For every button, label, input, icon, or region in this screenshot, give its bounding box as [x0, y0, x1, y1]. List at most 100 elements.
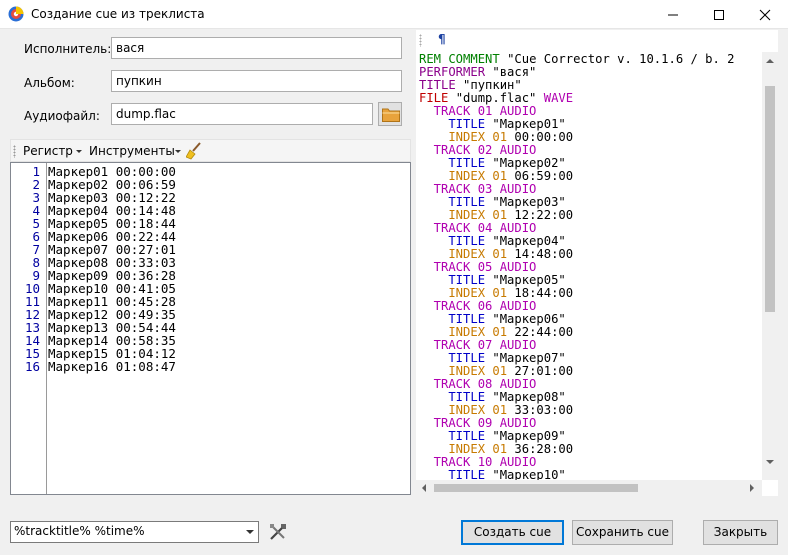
chevron-down-icon [246, 530, 254, 534]
maximize-button[interactable] [696, 0, 742, 29]
audiofile-field[interactable]: dump.flac [111, 103, 373, 125]
cue-token: TRACK 02 AUDIO [419, 143, 537, 157]
cue-token: TITLE [419, 273, 493, 287]
scroll-right-icon[interactable] [750, 484, 754, 492]
album-label: Альбом: [24, 76, 75, 90]
cue-token: TITLE [419, 351, 493, 365]
cue-token: TITLE [419, 156, 493, 170]
minimize-button[interactable] [650, 0, 696, 29]
cue-token: TRACK 01 AUDIO [419, 104, 537, 118]
cue-token: TRACK 08 AUDIO [419, 377, 537, 391]
cue-token: TRACK 04 AUDIO [419, 221, 537, 235]
cue-token: 22:44:00 [514, 325, 574, 339]
folder-icon [382, 108, 400, 122]
minimize-icon [668, 14, 678, 16]
cue-token: "Маркер06" [492, 312, 566, 326]
chevron-down-icon [175, 150, 181, 153]
line-number: 16 [24, 359, 40, 374]
cue-token: "Маркер03" [492, 195, 566, 209]
album-field[interactable]: пупкин [111, 70, 402, 92]
tracklist-editor[interactable]: 1 2 3 4 5 6 7 8 9 10 11 12 13 14 15 16 Маркер01 00:00:0… [10, 162, 411, 495]
vertical-scroll-thumb[interactable] [765, 86, 775, 312]
cue-token: 27:01:00 [514, 364, 574, 378]
cue-token: TRACK 03 AUDIO [419, 182, 537, 196]
cue-preview-panel[interactable]: ¶ REM COMMENT "Cue Corrector v. 10.1.6 /… [416, 30, 778, 496]
scroll-down-icon[interactable] [766, 460, 774, 464]
vertical-scrollbar[interactable] [762, 52, 778, 480]
cue-token: 12:22:00 [514, 208, 574, 222]
cue-token: "Маркер01" [492, 117, 566, 131]
tools-menu[interactable]: Инструменты [89, 144, 175, 158]
cue-token: INDEX 01 [419, 325, 515, 339]
close-window-button[interactable] [742, 0, 788, 29]
horizontal-scroll-thumb[interactable] [434, 484, 638, 492]
cue-token: "Маркер09" [492, 429, 566, 443]
close-button[interactable]: Закрыть [703, 520, 778, 545]
cue-token: "вася" [492, 65, 537, 79]
cue-token: TITLE [419, 78, 464, 92]
cue-token: FILE [419, 91, 456, 105]
pilcrow-icon[interactable]: ¶ [438, 32, 446, 46]
cue-token: "dump.flac" [455, 91, 544, 105]
cue-line: TITLE "Маркер10" [419, 468, 566, 481]
cue-token: "Маркер05" [492, 273, 566, 287]
cue-token: "Маркер02" [492, 156, 566, 170]
cue-token: TITLE [419, 468, 493, 481]
cue-token: "Маркер10" [492, 468, 566, 481]
cue-token: 36:28:00 [514, 442, 574, 456]
cue-token: 06:59:00 [514, 169, 574, 183]
cue-token: 14:48:00 [514, 247, 574, 261]
cue-token: INDEX 01 [419, 130, 515, 144]
cue-token: WAVE [543, 91, 574, 105]
template-dropdown-button[interactable] [241, 522, 258, 542]
cue-token: INDEX 01 [419, 208, 515, 222]
cue-token: INDEX 01 [419, 247, 515, 261]
cue-token: "Маркер08" [492, 390, 566, 404]
app-icon [8, 6, 24, 22]
cue-token: "пупкин" [463, 78, 522, 92]
chevron-down-icon [76, 150, 82, 153]
scroll-up-icon[interactable] [766, 59, 774, 63]
create-cue-button[interactable]: Создать cue [461, 520, 564, 545]
cue-toolbar: ¶ [416, 30, 778, 52]
cue-token: TITLE [419, 390, 493, 404]
maximize-icon [714, 10, 724, 20]
tracklist-toolbar: Регистр Инструменты [10, 139, 411, 162]
cue-token: TRACK 05 AUDIO [419, 260, 537, 274]
audiofile-label: Аудиофайл: [24, 109, 100, 123]
broom-icon[interactable] [185, 142, 202, 163]
tools-icon[interactable] [268, 522, 288, 545]
scroll-left-icon[interactable] [422, 484, 426, 492]
cue-token: TRACK 10 AUDIO [419, 455, 537, 469]
close-icon [759, 9, 771, 21]
template-value: %tracktitle% %time% [14, 524, 145, 538]
artist-field[interactable]: вася [111, 37, 402, 59]
cue-token: 33:03:00 [514, 403, 574, 417]
browse-file-button[interactable] [378, 102, 402, 126]
cue-token: TRACK 09 AUDIO [419, 416, 537, 430]
title-bar: Создание cue из треклиста [0, 0, 788, 29]
cue-token: TRACK 06 AUDIO [419, 299, 537, 313]
cue-token: TITLE [419, 234, 493, 248]
cue-token: "Cue Corrector v. 10.1.6 / b. 2 [507, 53, 735, 66]
toolbar-grip [13, 145, 16, 158]
cue-token: TRACK 07 AUDIO [419, 338, 537, 352]
cue-token: INDEX 01 [419, 364, 515, 378]
register-menu[interactable]: Регистр [23, 144, 73, 158]
cue-token: TITLE [419, 312, 493, 326]
template-combobox[interactable]: %tracktitle% %time% [10, 521, 259, 543]
cue-token: TITLE [419, 429, 493, 443]
cue-token: INDEX 01 [419, 169, 515, 183]
window-title: Создание cue из треклиста [31, 7, 205, 21]
cue-token: INDEX 01 [419, 403, 515, 417]
cue-token: INDEX 01 [419, 286, 515, 300]
save-cue-button[interactable]: Сохранить cue [572, 520, 673, 545]
cue-text: REM COMMENT "Cue Corrector v. 10.1.6 / b… [419, 53, 764, 480]
cue-token: "Маркер04" [492, 234, 566, 248]
cue-token: 18:44:00 [514, 286, 574, 300]
cue-token: 00:00:00 [514, 130, 574, 144]
cue-token: INDEX 01 [419, 442, 515, 456]
horizontal-scrollbar[interactable] [416, 480, 762, 496]
cue-token: "Маркер07" [492, 351, 566, 365]
toolbar-grip [419, 34, 422, 47]
